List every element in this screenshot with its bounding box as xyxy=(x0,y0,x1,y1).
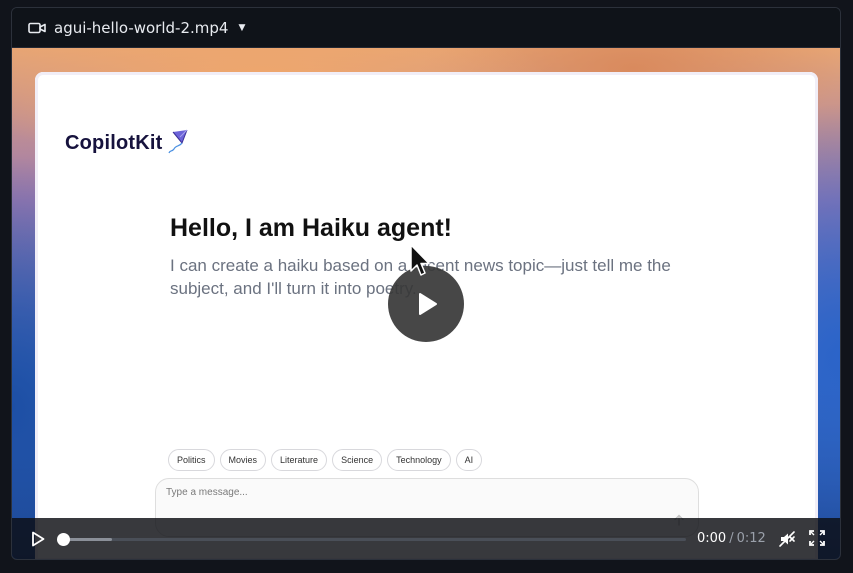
caret-down-icon[interactable]: ▼ xyxy=(238,23,245,33)
progress-knob[interactable] xyxy=(57,533,70,546)
current-time: 0:00 xyxy=(697,531,727,546)
chip-movies[interactable]: Movies xyxy=(219,449,267,471)
volume-muted-icon[interactable] xyxy=(778,530,796,548)
video-camera-icon xyxy=(28,21,46,35)
fullscreen-icon[interactable] xyxy=(809,530,825,546)
progress-bar[interactable] xyxy=(57,533,686,546)
chip-politics[interactable]: Politics xyxy=(168,449,215,471)
time-display: 0:00 / 0:12 xyxy=(697,531,766,546)
chip-science[interactable]: Science xyxy=(332,449,383,471)
video-area[interactable]: CopilotKit Hello, I am Haiku agent! I ca… xyxy=(12,48,840,559)
suggestion-chips: Politics Movies Literature Science Techn… xyxy=(168,449,483,471)
time-separator: / xyxy=(729,531,734,546)
file-name[interactable]: agui-hello-world-2.mp4 xyxy=(54,19,228,37)
duration: 0:12 xyxy=(736,531,766,546)
chip-literature[interactable]: Literature xyxy=(271,449,328,471)
message-input[interactable] xyxy=(166,487,646,498)
kite-icon xyxy=(167,128,191,158)
logo: CopilotKit xyxy=(65,128,191,158)
player-controls: 0:00 / 0:12 xyxy=(12,518,840,559)
chip-ai[interactable]: AI xyxy=(455,449,483,471)
title-bar: agui-hello-world-2.mp4 ▼ xyxy=(12,8,840,48)
logo-text: CopilotKit xyxy=(65,131,163,154)
chip-technology[interactable]: Technology xyxy=(387,449,451,471)
page-title: Hello, I am Haiku agent! xyxy=(170,214,453,242)
mouse-cursor-icon xyxy=(410,244,430,278)
video-viewer: agui-hello-world-2.mp4 ▼ CopilotKit Hell… xyxy=(11,7,841,560)
play-icon[interactable] xyxy=(30,531,46,547)
